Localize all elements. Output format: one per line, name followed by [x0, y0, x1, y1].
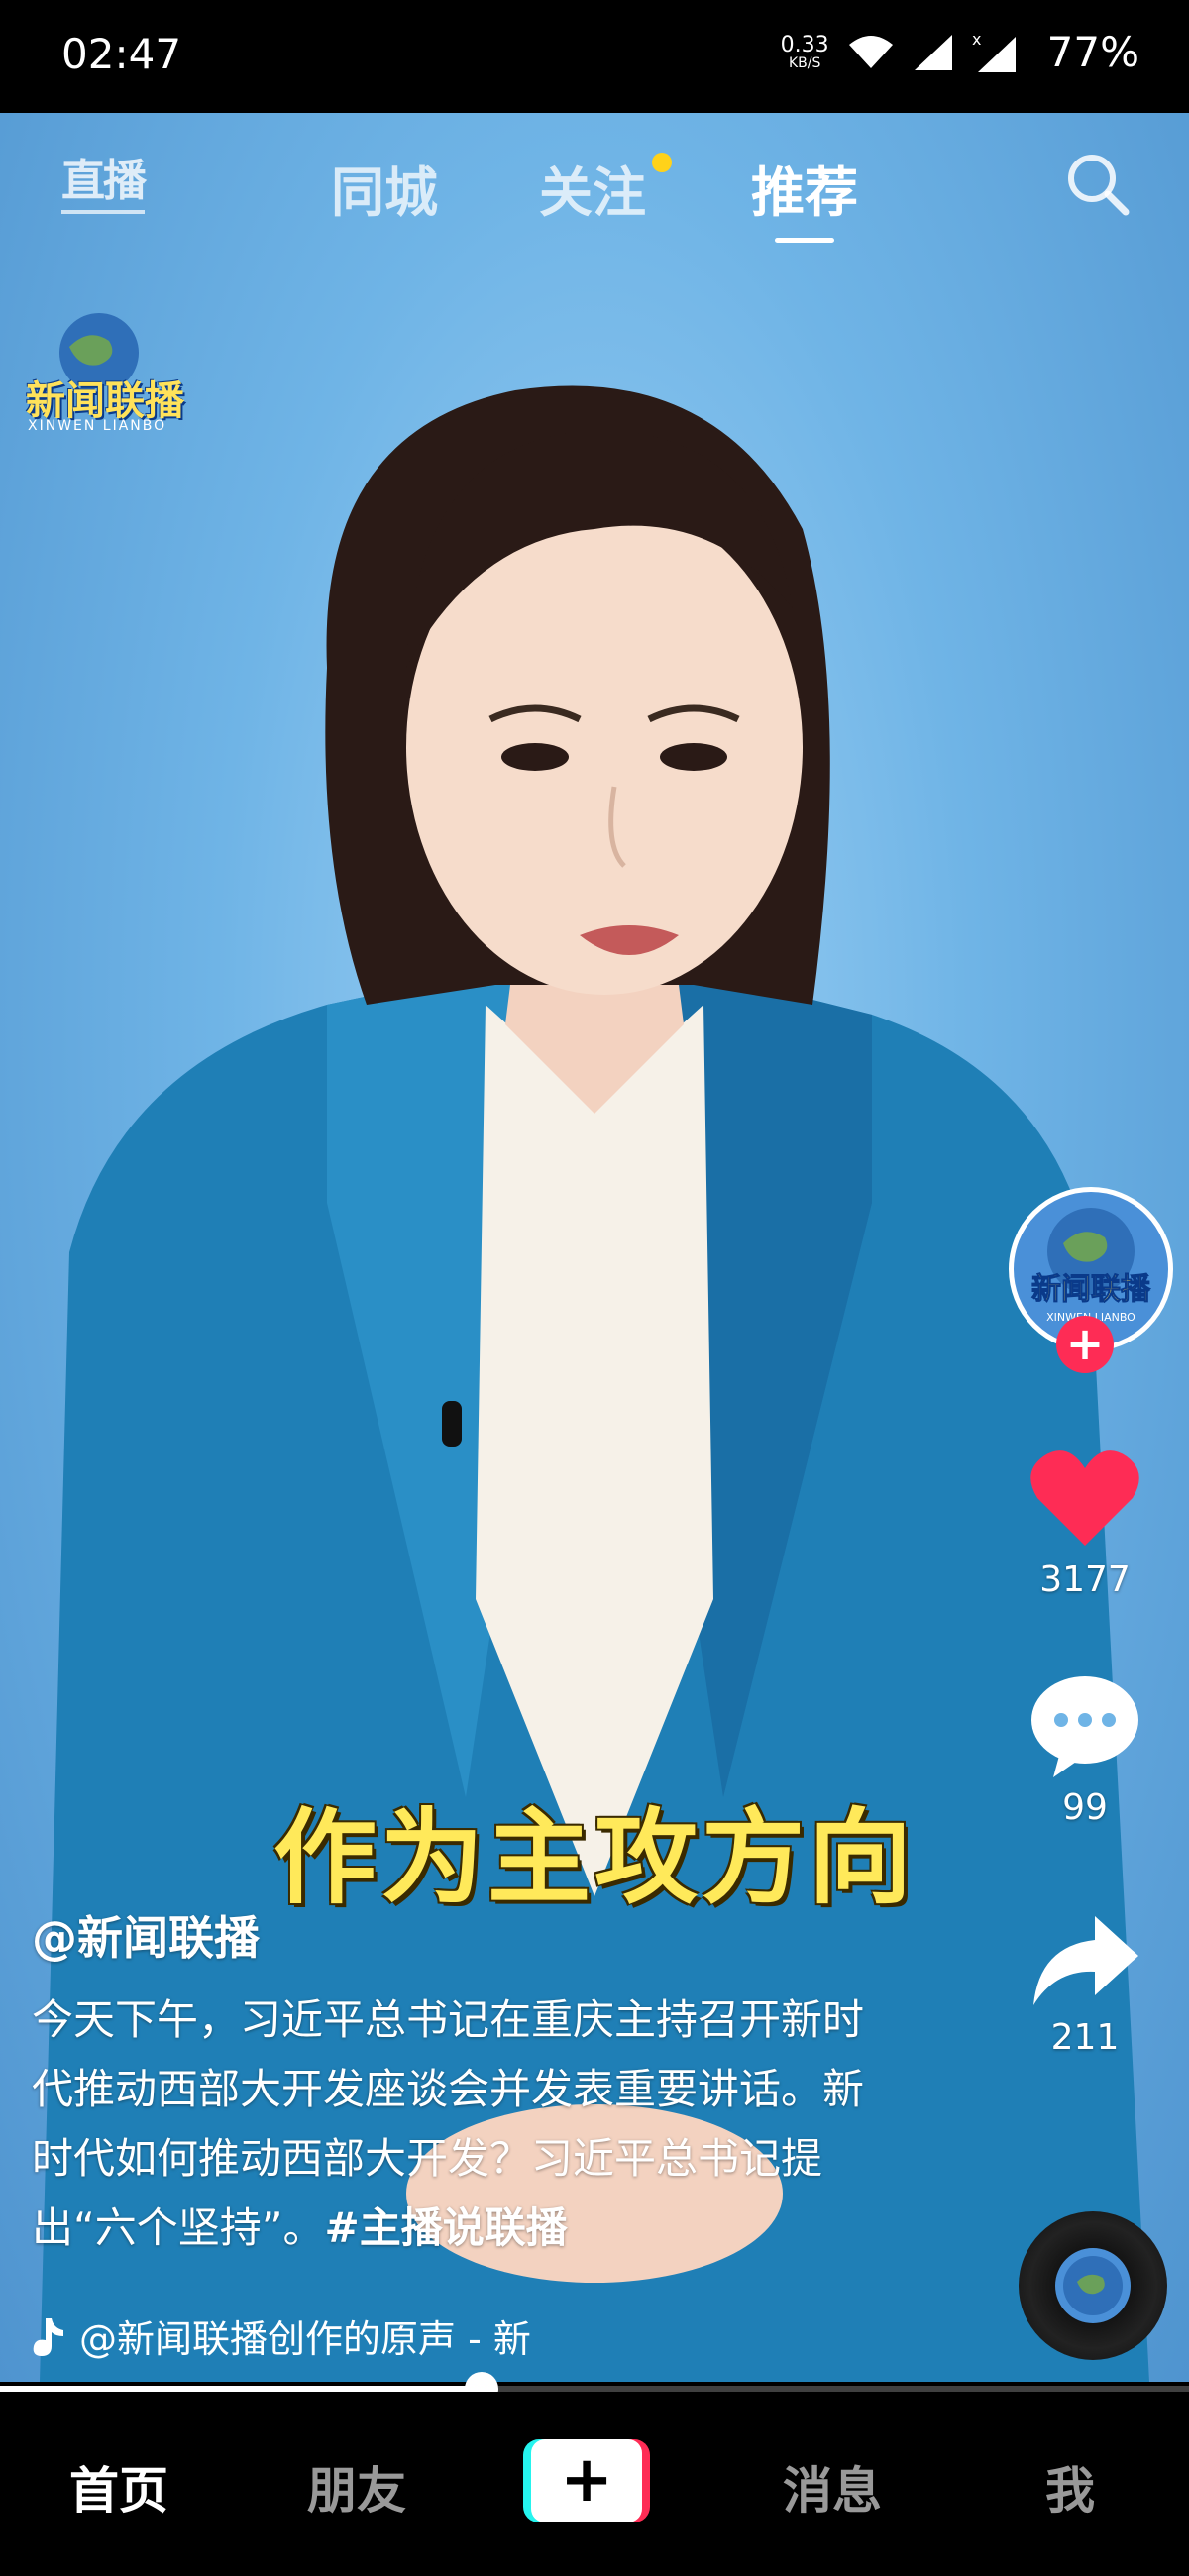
follow-plus-button[interactable]: +: [1056, 1316, 1114, 1373]
comment-count: 99: [1062, 1787, 1108, 1828]
video-caption: @新闻联播 今天下午，习近平总书记在重庆主持召开新时代推动西部大开发座谈会并发表…: [32, 1902, 904, 2263]
globe-icon: [1063, 2256, 1123, 2315]
battery-level: 77%: [1046, 28, 1139, 76]
following-update-dot: [652, 153, 672, 172]
share-count: 211: [1050, 2017, 1120, 2058]
comment-button[interactable]: 99: [981, 1674, 1189, 1828]
search-icon[interactable]: [1062, 149, 1132, 218]
net-speed-value: 0.33: [780, 32, 829, 57]
music-disc-cover: [1055, 2248, 1131, 2323]
wifi-icon: [848, 35, 893, 68]
caption-hashtag[interactable]: #主播说联播: [325, 2203, 568, 2252]
music-info[interactable]: @新闻联播创作的原声 - 新: [32, 2308, 531, 2363]
tab-recommended[interactable]: 推荐: [751, 149, 858, 227]
author-name[interactable]: @新闻联播: [32, 1902, 904, 1968]
tab-nearby[interactable]: 同城: [331, 149, 438, 227]
like-count: 3177: [1039, 1559, 1131, 1600]
top-nav: 直播 同城 关注 推荐: [0, 113, 1189, 252]
svg-text:x: x: [972, 31, 981, 49]
screen: 02:47 0.33 KB/S x 77% 直播 同城 关注 推荐 新闻联播 X…: [0, 0, 1189, 2576]
like-button[interactable]: 3177: [981, 1447, 1189, 1600]
status-bar: 02:47 0.33 KB/S x 77%: [0, 0, 1189, 113]
nav-home[interactable]: 首页: [20, 2451, 218, 2522]
comment-icon: [1031, 1676, 1138, 1777]
nav-friends[interactable]: 朋友: [258, 2451, 456, 2522]
music-disc[interactable]: [1019, 2211, 1167, 2360]
status-time: 02:47: [61, 30, 182, 78]
channel-logo-watermark: 新闻联播 XINWEN LIANBO: [18, 307, 186, 446]
share-button[interactable]: 211: [981, 1912, 1189, 2058]
share-arrow-icon: [1033, 1916, 1138, 2005]
avatar-logo-text: 新闻联播: [1031, 1272, 1151, 1307]
bottom-nav: 首页 朋友 + 消息 我: [0, 2392, 1189, 2576]
live-button[interactable]: 直播: [61, 145, 147, 214]
status-icons: 0.33 KB/S x 77%: [781, 28, 1139, 76]
plus-icon: +: [560, 2443, 613, 2517]
net-speed-unit: KB/S: [788, 54, 821, 71]
tab-following-label: 关注: [539, 161, 646, 224]
signal-no-data-icon: x: [972, 31, 1016, 72]
heart-icon: [1030, 1450, 1139, 1546]
channel-logo-subtext: XINWEN LIANBO: [28, 418, 167, 434]
net-speed: 0.33 KB/S: [780, 32, 829, 71]
nav-messages[interactable]: 消息: [733, 2451, 931, 2522]
caption-description: 今天下午，习近平总书记在重庆主持召开新时代推动西部大开发座谈会并发表重要讲话。新…: [32, 1986, 904, 2263]
create-button[interactable]: +: [523, 2439, 650, 2522]
signal-icon: [914, 34, 952, 70]
tab-following[interactable]: 关注: [539, 149, 672, 227]
music-note-icon: [33, 2317, 63, 2356]
music-title: @新闻联播创作的原声 - 新: [79, 2317, 531, 2361]
nav-me[interactable]: 我: [971, 2451, 1169, 2522]
